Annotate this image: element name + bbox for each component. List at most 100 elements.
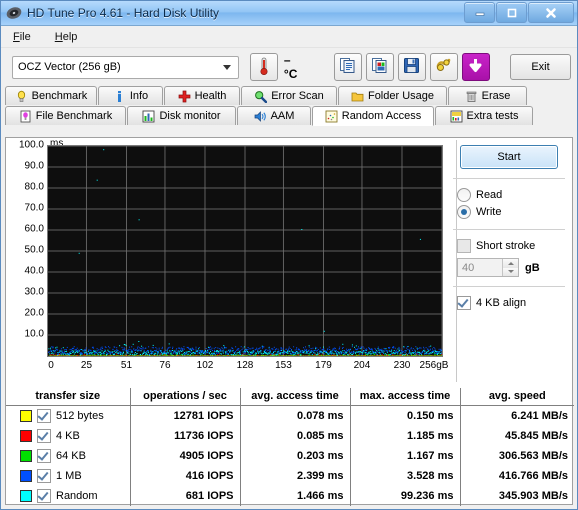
chart-svg: [48, 146, 442, 356]
series-color-swatch: [20, 470, 32, 482]
align-checkbox[interactable]: [457, 295, 471, 310]
cell-transfer-size: 1 MB: [6, 466, 131, 486]
transfer-size-cell: 1 MB: [6, 469, 130, 483]
menu-file[interactable]: File: [9, 29, 41, 45]
start-button[interactable]: Start: [460, 145, 558, 169]
chart-x-tick: 128: [236, 360, 254, 371]
copy-image-button[interactable]: [365, 53, 394, 81]
series-checkbox[interactable]: [37, 429, 51, 443]
radio-write[interactable]: Write: [449, 203, 569, 220]
series-checkbox[interactable]: [37, 449, 51, 463]
table-row[interactable]: 1 MB 416 IOPS 2.399 ms 3.528 ms 416.766 MB/s: [6, 466, 574, 486]
tab-folder-usage[interactable]: Folder Usage: [338, 86, 447, 105]
tab-random-access[interactable]: Random Access: [312, 106, 434, 126]
download-button[interactable]: [461, 53, 490, 81]
minimize-button[interactable]: [464, 2, 495, 23]
chart-y-tick: 10.0: [24, 328, 44, 340]
short-stroke-checkbox[interactable]: [457, 238, 471, 253]
cell-avg-speed: 416.766 MB/s: [498, 470, 568, 482]
table-row[interactable]: Random 681 IOPS 1.466 ms 99.236 ms 345.903 M…: [6, 486, 574, 506]
tab-error-scan[interactable]: Error Scan: [241, 86, 337, 105]
plug-button[interactable]: [429, 53, 458, 81]
chart-y-tick: 50.0: [24, 244, 44, 256]
header-transfer-size: transfer size: [6, 388, 131, 406]
maximize-button[interactable]: [496, 2, 527, 23]
tab-file-benchmark[interactable]: File Benchmark: [5, 106, 126, 125]
series-checkbox[interactable]: [37, 489, 51, 503]
cell-transfer-size: 4 KB: [6, 426, 131, 446]
checkbox-4kb-align[interactable]: 4 KB align: [449, 294, 569, 311]
tab-file-benchmark-label: File Benchmark: [35, 110, 113, 122]
copy-text-button[interactable]: [333, 53, 362, 81]
cell-avg-access: 0.078 ms: [240, 405, 351, 426]
chart-y-tick: 40.0: [24, 265, 44, 277]
table-header-row: transfer size operations / sec avg. acce…: [6, 388, 574, 406]
stepper-buttons[interactable]: [502, 259, 518, 276]
menu-help[interactable]: Help: [51, 29, 88, 45]
cell-avg-speed: 45.845 MB/s: [505, 430, 568, 442]
cell-max-access: 1.185 ms: [350, 426, 461, 446]
cell-transfer-size: Random: [6, 486, 131, 506]
random-access-panel: ms 100.0 90.0 80.0 70.0 60.0 50.0 40.0 30.0 20.0…: [5, 137, 574, 506]
close-button[interactable]: [528, 2, 574, 23]
table-row[interactable]: 64 KB 4905 IOPS 0.203 ms 1.167 ms 306.563 MB…: [6, 446, 574, 466]
menu-file-rest: ile: [19, 30, 31, 43]
series-color-swatch: [20, 490, 32, 502]
series-color-swatch: [20, 450, 32, 462]
results-table: transfer size operations / sec avg. acce…: [6, 388, 574, 506]
chart-y-tick: 80.0: [24, 181, 44, 193]
table-row[interactable]: 4 KB 11736 IOPS 0.085 ms 1.185 ms 45.845 MB/…: [6, 426, 574, 446]
chart-x-tick: 256gB: [419, 360, 449, 371]
chart-x-tick: 51: [120, 360, 133, 371]
chevron-down-icon: [223, 64, 232, 70]
info-icon: [113, 90, 126, 103]
chart-y-axis: 100.0 90.0 80.0 70.0 60.0 50.0 40.0 30.0 20.0 10.…: [6, 138, 46, 352]
temperature-button[interactable]: [250, 53, 278, 81]
tab-disk-monitor-label: Disk monitor: [159, 110, 221, 122]
tab-aam[interactable]: AAM: [237, 106, 311, 125]
tab-health[interactable]: Health: [164, 86, 240, 105]
app-icon: [6, 5, 22, 21]
cell-avg-speed: 345.903 MB/s: [498, 490, 568, 502]
table-body: 512 bytes 12781 IOPS 0.078 ms 0.150 ms 6.241…: [6, 405, 574, 506]
folder-icon: [351, 90, 364, 103]
short-stroke-stepper[interactable]: 40: [457, 258, 519, 277]
cell-operations: 416 IOPS: [130, 466, 241, 486]
stepper-up-icon[interactable]: [503, 259, 518, 268]
cell-max-access: 99.236 ms: [350, 486, 461, 506]
radio-write-control[interactable]: [457, 204, 471, 219]
tab-info[interactable]: Info: [98, 86, 163, 105]
tab-disk-monitor[interactable]: Disk monitor: [127, 106, 236, 125]
cell-avg-access: 2.399 ms: [240, 466, 351, 486]
magnifier-icon: [254, 90, 268, 103]
radio-read[interactable]: Read: [449, 186, 569, 203]
results-table-grid: transfer size operations / sec avg. acce…: [6, 388, 574, 506]
checkbox-short-stroke[interactable]: Short stroke: [449, 237, 569, 254]
align-label: 4 KB align: [476, 296, 527, 309]
tab-erase-label: Erase: [481, 90, 511, 102]
file-bulb-icon: [19, 110, 32, 123]
series-checkbox[interactable]: [37, 409, 51, 423]
toolbar: OCZ Vector (256 gB) – °C Exit: [1, 48, 577, 86]
save-button[interactable]: [397, 53, 426, 81]
series-checkbox[interactable]: [37, 469, 51, 483]
cell-max-access: 0.150 ms: [350, 405, 461, 426]
series-name: 1 MB: [56, 470, 82, 482]
trash-icon: [465, 90, 478, 103]
series-name: 64 KB: [56, 450, 86, 462]
drive-select[interactable]: OCZ Vector (256 gB): [12, 55, 240, 79]
radio-read-control[interactable]: [457, 187, 471, 202]
table-row[interactable]: 512 bytes 12781 IOPS 0.078 ms 0.150 ms 6.241…: [6, 405, 574, 426]
tab-erase[interactable]: Erase: [448, 86, 527, 105]
tab-benchmark[interactable]: Benchmark: [5, 86, 97, 105]
stepper-down-icon[interactable]: [503, 267, 518, 276]
window-title: HD Tune Pro 4.61 - Hard Disk Utility: [27, 6, 220, 20]
exit-button[interactable]: Exit: [509, 54, 571, 80]
radio-write-label: Write: [476, 205, 502, 218]
chart-x-axis: 0 25 51 76 102 128 153 179 204 230 256gB: [47, 360, 449, 374]
divider-3: [453, 286, 565, 287]
tab-extra-tests[interactable]: Extra tests: [435, 106, 533, 125]
temperature-value: – °C: [283, 53, 298, 81]
transfer-size-cell: 4 KB: [6, 429, 130, 443]
menu-bar: File Help: [1, 26, 577, 48]
